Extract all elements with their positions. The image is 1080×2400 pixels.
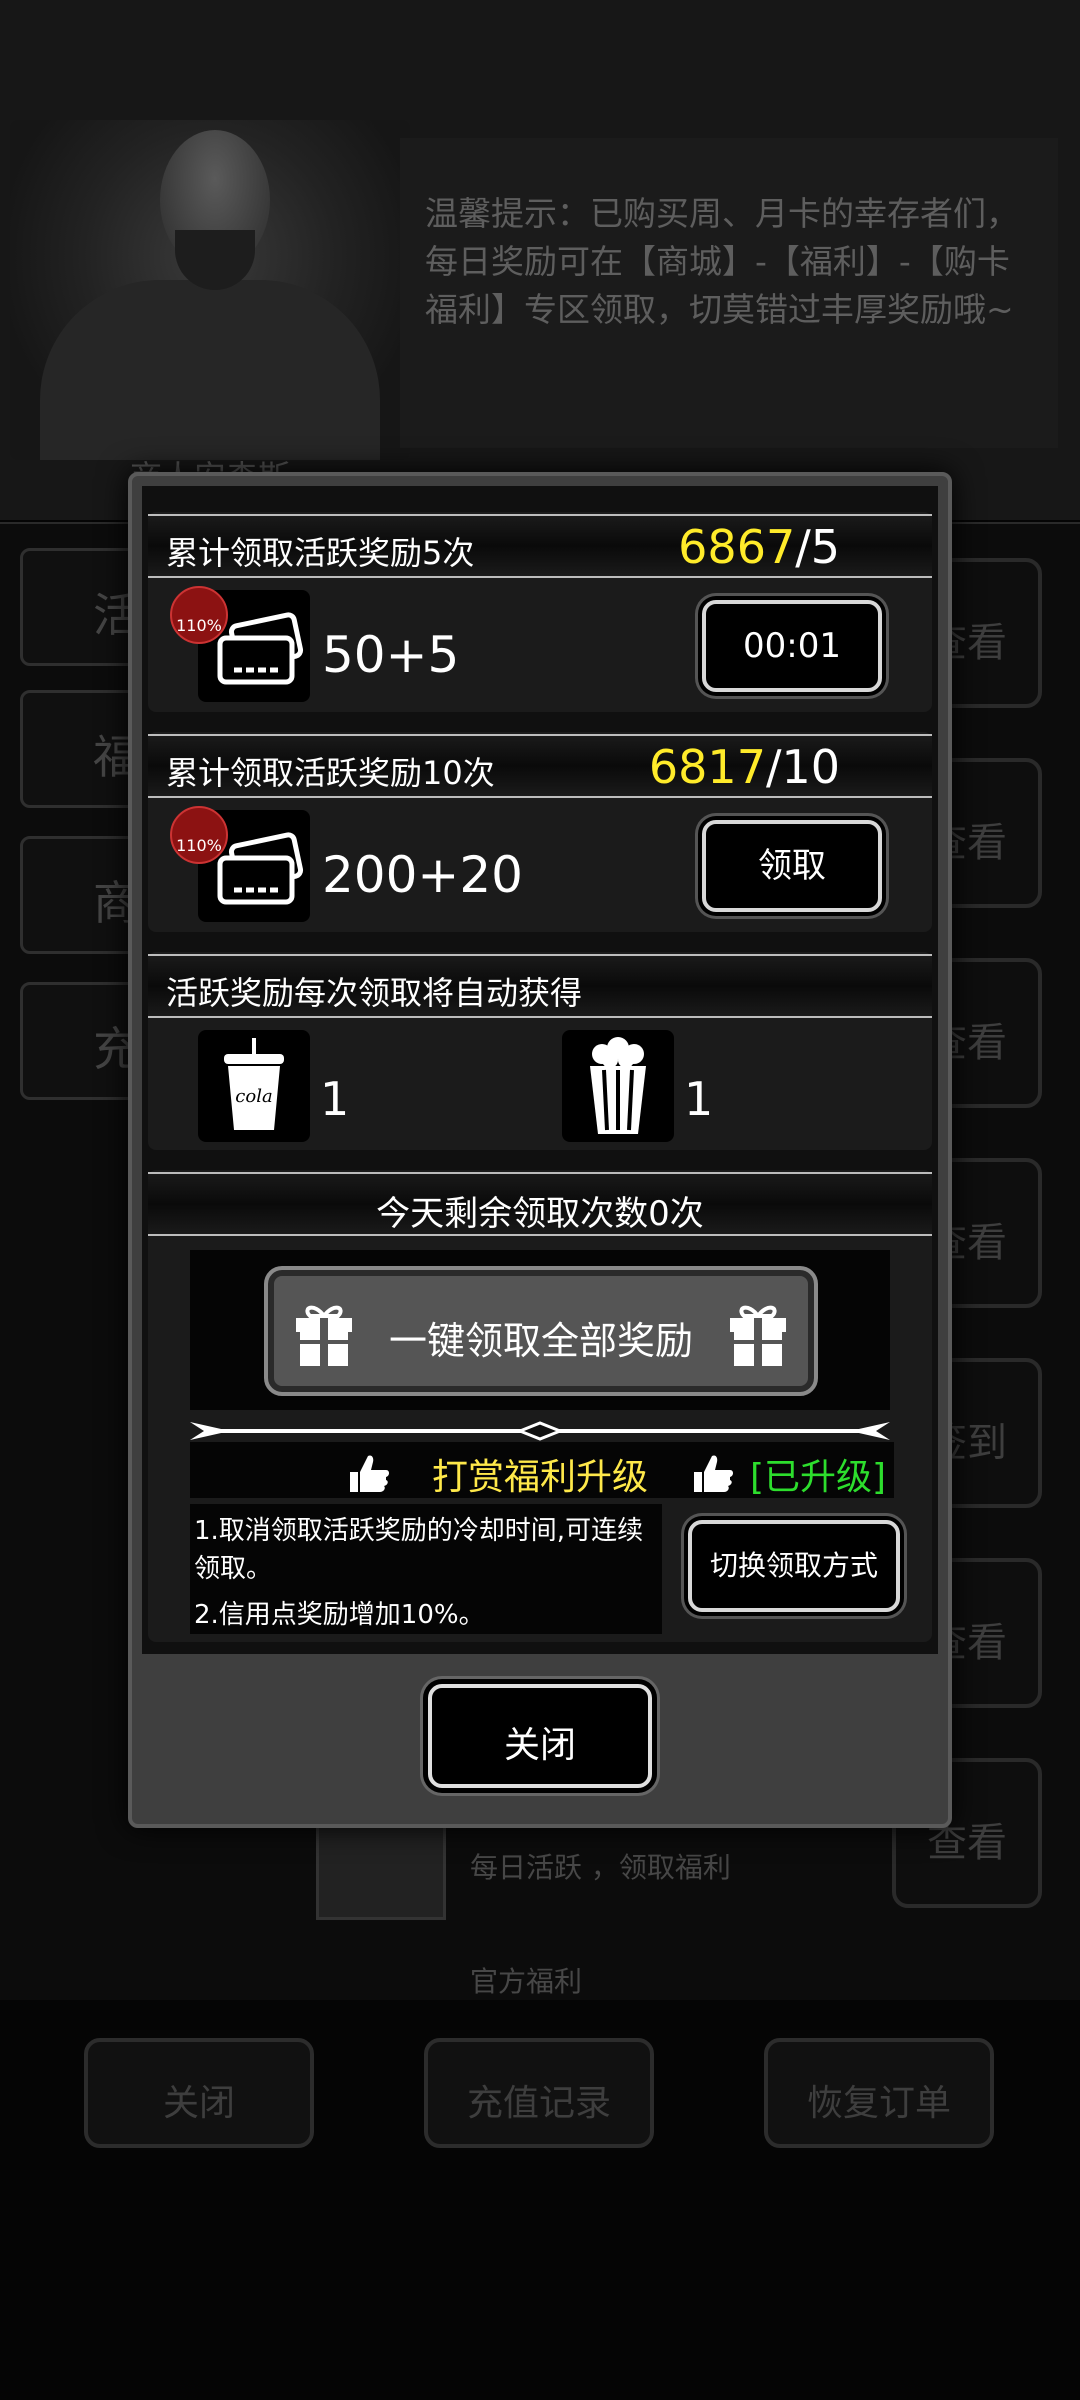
tip-text: 温馨提示：已购买周、月卡的幸存者们，每日奖励可在【商城】-【福利】-【购卡福利】… (425, 194, 1019, 329)
dialog-close-button[interactable]: 关闭 (428, 1684, 652, 1788)
bonus-badge-text: 110% (176, 836, 222, 855)
benefit-line-2: 2.信用点奖励增加10%。 (194, 1600, 485, 1630)
auto-reward-title: 活跃奖励每次领取将自动获得 (166, 974, 583, 1012)
auto-reward-header: 活跃奖励每次领取将自动获得 (148, 954, 932, 1018)
switch-claim-mode-button[interactable]: 切换领取方式 (688, 1520, 900, 1612)
thumbs-up-icon (694, 1455, 733, 1492)
vip-status-badge: [已升级] (750, 1457, 887, 1498)
tier-2-title: 累计领取活跃奖励10次 (166, 754, 495, 792)
claim-all-button[interactable]: 一键领取全部奖励 (264, 1266, 818, 1396)
tier-1-title: 累计领取活跃奖励5次 (166, 534, 475, 572)
bg-close-button[interactable]: 关闭 (84, 2038, 314, 2148)
restore-order-button[interactable]: 恢复订单 (764, 2038, 994, 2148)
tier-2-reward: 200+20 (322, 846, 523, 904)
list-item-title: 官方福利 (470, 1965, 583, 1998)
tier-2-progress: 6817/10 (648, 740, 840, 794)
popcorn-count: 1 (684, 1072, 714, 1126)
remaining-count: 今天剩余领取次数0次 (376, 1194, 704, 1234)
recharge-record-label: 充值记录 (466, 2083, 611, 2124)
thumbs-up-icon (350, 1455, 389, 1492)
claim-button[interactable]: 领取 (702, 820, 882, 912)
svg-text:cola: cola (235, 1086, 272, 1107)
bonus-badge-text: 110% (176, 616, 222, 635)
npc-portrait (10, 120, 410, 460)
cola-count: 1 (320, 1072, 350, 1126)
cooldown-button[interactable]: 00:01 (702, 600, 882, 692)
vip-upgrade-label: 打赏福利升级 (432, 1457, 649, 1498)
recharge-record-button[interactable]: 充值记录 (424, 2038, 654, 2148)
dialog-close-label: 关闭 (503, 1725, 576, 1766)
gift-icon (730, 1305, 786, 1366)
benefit-line-1: 1.取消领取活跃奖励的冷却时间,可连续领取。 (194, 1516, 644, 1584)
bonus-badge: 110% (170, 806, 228, 864)
ornament-divider (190, 1421, 890, 1441)
tier-1-progress: 6867/5 (678, 520, 840, 574)
benefit-description: 1.取消领取活跃奖励的冷却时间,可连续领取。 2.信用点奖励增加10%。 (190, 1504, 662, 1634)
tier-1-header: 累计领取活跃奖励5次 6867/5 (148, 514, 932, 578)
tier-2-header: 累计领取活跃奖励10次 6817/10 (148, 734, 932, 798)
popcorn-icon (562, 1030, 674, 1142)
bonus-badge: 110% (170, 586, 228, 644)
bg-close-label: 关闭 (162, 2083, 235, 2124)
cola-icon: cola (198, 1030, 310, 1142)
tier-1-reward: 50+5 (322, 626, 460, 684)
remaining-header: 今天剩余领取次数0次 (148, 1172, 932, 1236)
restore-order-label: 恢复订单 (806, 2083, 951, 2124)
list-item-title: 每日活跃 ，领取福利 (470, 1851, 731, 1884)
